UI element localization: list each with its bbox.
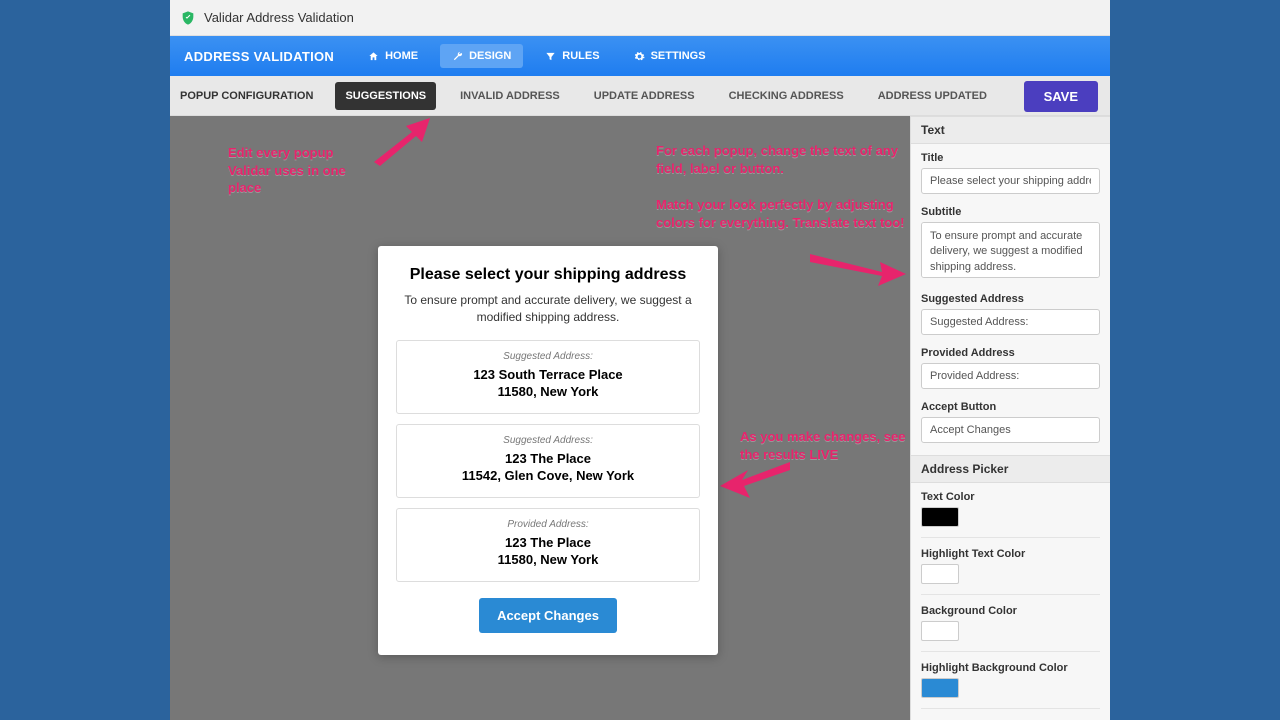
- background-color-swatch[interactable]: [921, 621, 959, 641]
- accept-input[interactable]: [921, 417, 1100, 443]
- nav-design[interactable]: DESIGN: [440, 44, 523, 68]
- annotation-1: Edit every popup Validar uses in one pla…: [228, 144, 368, 197]
- highlight-bg-color-label: Highlight Background Color: [921, 662, 1100, 674]
- address-line: 123 South Terrace Place: [405, 366, 691, 384]
- shield-check-icon: [180, 10, 196, 26]
- address-card-head: Suggested Address:: [405, 435, 691, 446]
- annotation-3: Match your look perfectly by adjusting c…: [656, 196, 916, 231]
- highlight-bg-color-swatch[interactable]: [921, 678, 959, 698]
- filter-icon: [545, 51, 556, 62]
- tab-checking-address[interactable]: CHECKING ADDRESS: [719, 82, 854, 110]
- preview-canvas: Edit every popup Validar uses in one pla…: [170, 116, 910, 720]
- background-color-label: Background Color: [921, 605, 1100, 617]
- wrench-icon: [452, 51, 463, 62]
- subtitle-label: Subtitle: [921, 206, 1100, 218]
- nav-home[interactable]: HOME: [356, 44, 430, 68]
- section-text: Text: [911, 116, 1110, 144]
- title-input[interactable]: [921, 168, 1100, 194]
- sub-nav: POPUP CONFIGURATION SUGGESTIONS INVALID …: [170, 76, 1110, 116]
- side-panel[interactable]: Text Title Subtitle To ensure prompt and…: [910, 116, 1110, 720]
- annotation-2: For each popup, change the text of any f…: [656, 142, 916, 177]
- primary-nav: ADDRESS VALIDATION HOME DESIGN RULES SET…: [170, 36, 1110, 76]
- annotation-4: As you make changes, see the results LIV…: [740, 428, 910, 463]
- nav-home-label: HOME: [385, 50, 418, 62]
- accept-changes-button[interactable]: Accept Changes: [479, 598, 617, 633]
- tab-address-updated[interactable]: ADDRESS UPDATED: [868, 82, 997, 110]
- tab-update-address[interactable]: UPDATE ADDRESS: [584, 82, 705, 110]
- address-line: 123 The Place: [405, 534, 691, 552]
- subnav-label: POPUP CONFIGURATION: [180, 90, 313, 102]
- address-card-head: Provided Address:: [405, 519, 691, 530]
- highlight-text-color-label: Highlight Text Color: [921, 548, 1100, 560]
- divider: [921, 708, 1100, 709]
- text-color-label: Text Color: [921, 491, 1100, 503]
- address-line: 123 The Place: [405, 450, 691, 468]
- divider: [921, 537, 1100, 538]
- nav-rules-label: RULES: [562, 50, 599, 62]
- address-card[interactable]: Suggested Address: 123 South Terrace Pla…: [396, 340, 700, 414]
- provided-input[interactable]: [921, 363, 1100, 389]
- address-card[interactable]: Provided Address: 123 The Place 11580, N…: [396, 508, 700, 582]
- main-area: Edit every popup Validar uses in one pla…: [170, 116, 1110, 720]
- home-icon: [368, 51, 379, 62]
- nav-rules[interactable]: RULES: [533, 44, 611, 68]
- accept-label: Accept Button: [921, 401, 1100, 413]
- tab-suggestions[interactable]: SUGGESTIONS: [335, 82, 436, 110]
- app-window: Validar Address Validation ADDRESS VALID…: [170, 0, 1110, 720]
- address-line: 11542, Glen Cove, New York: [405, 467, 691, 485]
- tab-invalid-address[interactable]: INVALID ADDRESS: [450, 82, 570, 110]
- gear-icon: [634, 51, 645, 62]
- product-name: Validar Address Validation: [204, 10, 354, 25]
- arrow-icon-3: [720, 458, 790, 498]
- divider: [921, 594, 1100, 595]
- provided-label: Provided Address: [921, 347, 1100, 359]
- suggested-label: Suggested Address: [921, 293, 1100, 305]
- popup-subtitle: To ensure prompt and accurate delivery, …: [403, 292, 693, 326]
- divider: [921, 651, 1100, 652]
- arrow-icon-2: [810, 246, 906, 286]
- highlight-text-color-swatch[interactable]: [921, 564, 959, 584]
- suggested-input[interactable]: [921, 309, 1100, 335]
- address-line: 11580, New York: [405, 551, 691, 569]
- text-color-swatch[interactable]: [921, 507, 959, 527]
- nav-settings[interactable]: SETTINGS: [622, 44, 718, 68]
- subtitle-input[interactable]: To ensure prompt and accurate delivery, …: [921, 222, 1100, 278]
- section-address-picker: Address Picker: [911, 455, 1110, 483]
- nav-design-label: DESIGN: [469, 50, 511, 62]
- titlebar: Validar Address Validation: [170, 0, 1110, 36]
- brand-label: ADDRESS VALIDATION: [184, 49, 334, 64]
- address-card[interactable]: Suggested Address: 123 The Place 11542, …: [396, 424, 700, 498]
- save-button[interactable]: SAVE: [1024, 81, 1098, 112]
- popup-title: Please select your shipping address: [396, 266, 700, 284]
- nav-settings-label: SETTINGS: [651, 50, 706, 62]
- address-card-head: Suggested Address:: [405, 351, 691, 362]
- arrow-icon-1: [370, 118, 430, 166]
- title-label: Title: [921, 152, 1100, 164]
- address-line: 11580, New York: [405, 383, 691, 401]
- preview-popup: Please select your shipping address To e…: [378, 246, 718, 655]
